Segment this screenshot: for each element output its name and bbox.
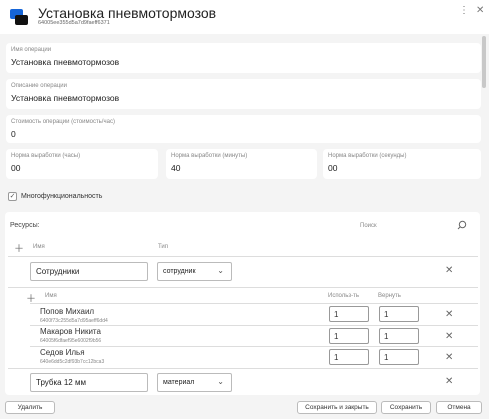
resource-type-select[interactable]: сотрудник ⌄: [157, 262, 232, 281]
operation-name-field[interactable]: Имя операции Установка пневмотормозов: [6, 43, 481, 73]
divider: [8, 368, 478, 369]
divider: [8, 256, 478, 257]
multifunctional-label: Многофункциональность: [21, 193, 103, 200]
norm-minutes-label: Норма выработки (минуты): [171, 153, 248, 159]
employee-id: 6400f73c255d5a7d95aeff6dd4: [40, 318, 108, 324]
operation-cost-value[interactable]: 0: [11, 129, 16, 139]
save-and-close-button[interactable]: Сохранить и закрыть: [297, 401, 377, 414]
employee-return-input[interactable]: 1: [379, 349, 419, 365]
save-button[interactable]: Сохранить: [381, 401, 431, 414]
norm-seconds-value[interactable]: 00: [328, 163, 337, 173]
more-options-icon[interactable]: ⋮: [459, 5, 470, 16]
employee-col-use: Использ-ть: [328, 293, 360, 299]
delete-button[interactable]: Удалить: [5, 401, 55, 414]
divider: [8, 287, 478, 288]
close-icon[interactable]: ✕: [476, 5, 484, 16]
employee-use-input[interactable]: 1: [329, 328, 369, 344]
app-logo-icon: [10, 9, 28, 25]
operation-name-label: Имя операции: [11, 47, 52, 53]
divider: [30, 325, 478, 326]
employee-id: 64005f6dfaef95e6002f9b56: [40, 338, 102, 344]
resource-type-value: сотрудник: [163, 268, 196, 275]
divider: [30, 303, 478, 304]
employee-return-input[interactable]: 1: [379, 306, 419, 322]
resources-title: Ресурсы:: [10, 222, 40, 229]
norm-hours-value[interactable]: 00: [11, 163, 20, 173]
search-icon[interactable]: [457, 220, 467, 230]
resource-col-name: Имя: [33, 244, 45, 250]
employee-name: Седов Илья: [40, 348, 85, 357]
norm-hours-field[interactable]: Норма выработки (часы) 00: [6, 149, 158, 179]
norm-minutes-value[interactable]: 40: [171, 163, 180, 173]
cancel-button[interactable]: Отмена: [436, 401, 482, 414]
employee-use-input[interactable]: 1: [329, 306, 369, 322]
operation-description-label: Описание операции: [11, 83, 68, 89]
norm-minutes-field[interactable]: Норма выработки (минуты) 40: [166, 149, 317, 179]
resource-col-type: Тип: [158, 244, 169, 250]
operation-name-value[interactable]: Установка пневмотормозов: [11, 57, 119, 67]
multifunctional-checkbox[interactable]: ✓: [8, 192, 17, 201]
divider: [30, 346, 478, 347]
norm-seconds-label: Норма выработки (секунды): [328, 153, 407, 159]
add-resource-icon[interactable]: ＋: [14, 240, 24, 255]
remove-employee-icon[interactable]: ✕: [445, 309, 453, 320]
remove-resource-icon[interactable]: ✕: [445, 265, 453, 276]
scrollbar[interactable]: [482, 36, 486, 88]
employee-return-input[interactable]: 1: [379, 328, 419, 344]
chevron-down-icon: ⌄: [217, 377, 224, 386]
chevron-down-icon: ⌄: [217, 266, 224, 275]
operation-cost-field[interactable]: Стоимость операции (стоимость/час) 0: [6, 115, 481, 143]
remove-resource-icon[interactable]: ✕: [445, 376, 453, 387]
employee-col-return: Вернуть: [378, 293, 401, 299]
resource-name-input[interactable]: Сотрудники: [30, 262, 148, 281]
norm-hours-label: Норма выработки (часы): [11, 153, 81, 159]
remove-employee-icon[interactable]: ✕: [445, 331, 453, 342]
operation-description-field[interactable]: Описание операции Установка пневмотормоз…: [6, 79, 481, 109]
dialog-title: Установка пневмотормозов: [38, 5, 217, 21]
remove-employee-icon[interactable]: ✕: [445, 352, 453, 363]
dialog-header: Установка пневмотормозов 64005ee355d5a7d…: [0, 0, 489, 34]
employee-use-input[interactable]: 1: [329, 349, 369, 365]
resource-type-select[interactable]: материал ⌄: [157, 373, 232, 392]
employee-name: Попов Михаил: [40, 307, 95, 316]
resources-search-input[interactable]: Поиск: [360, 223, 377, 229]
resource-type-value: материал: [163, 379, 195, 386]
employee-id: 640e6dd5c2df93b7cc12bca3: [40, 359, 105, 365]
operation-cost-label: Стоимость операции (стоимость/час): [11, 119, 115, 125]
operation-id: 64005ee355d5a7d9faeff6371: [38, 20, 110, 26]
resource-name-input[interactable]: Трубка 12 мм: [30, 373, 148, 392]
norm-seconds-field[interactable]: Норма выработки (секунды) 00: [323, 149, 481, 179]
employee-name: Макаров Никита: [40, 327, 101, 336]
operation-description-value[interactable]: Установка пневмотормозов: [11, 93, 119, 103]
employee-col-name: Имя: [45, 293, 57, 299]
